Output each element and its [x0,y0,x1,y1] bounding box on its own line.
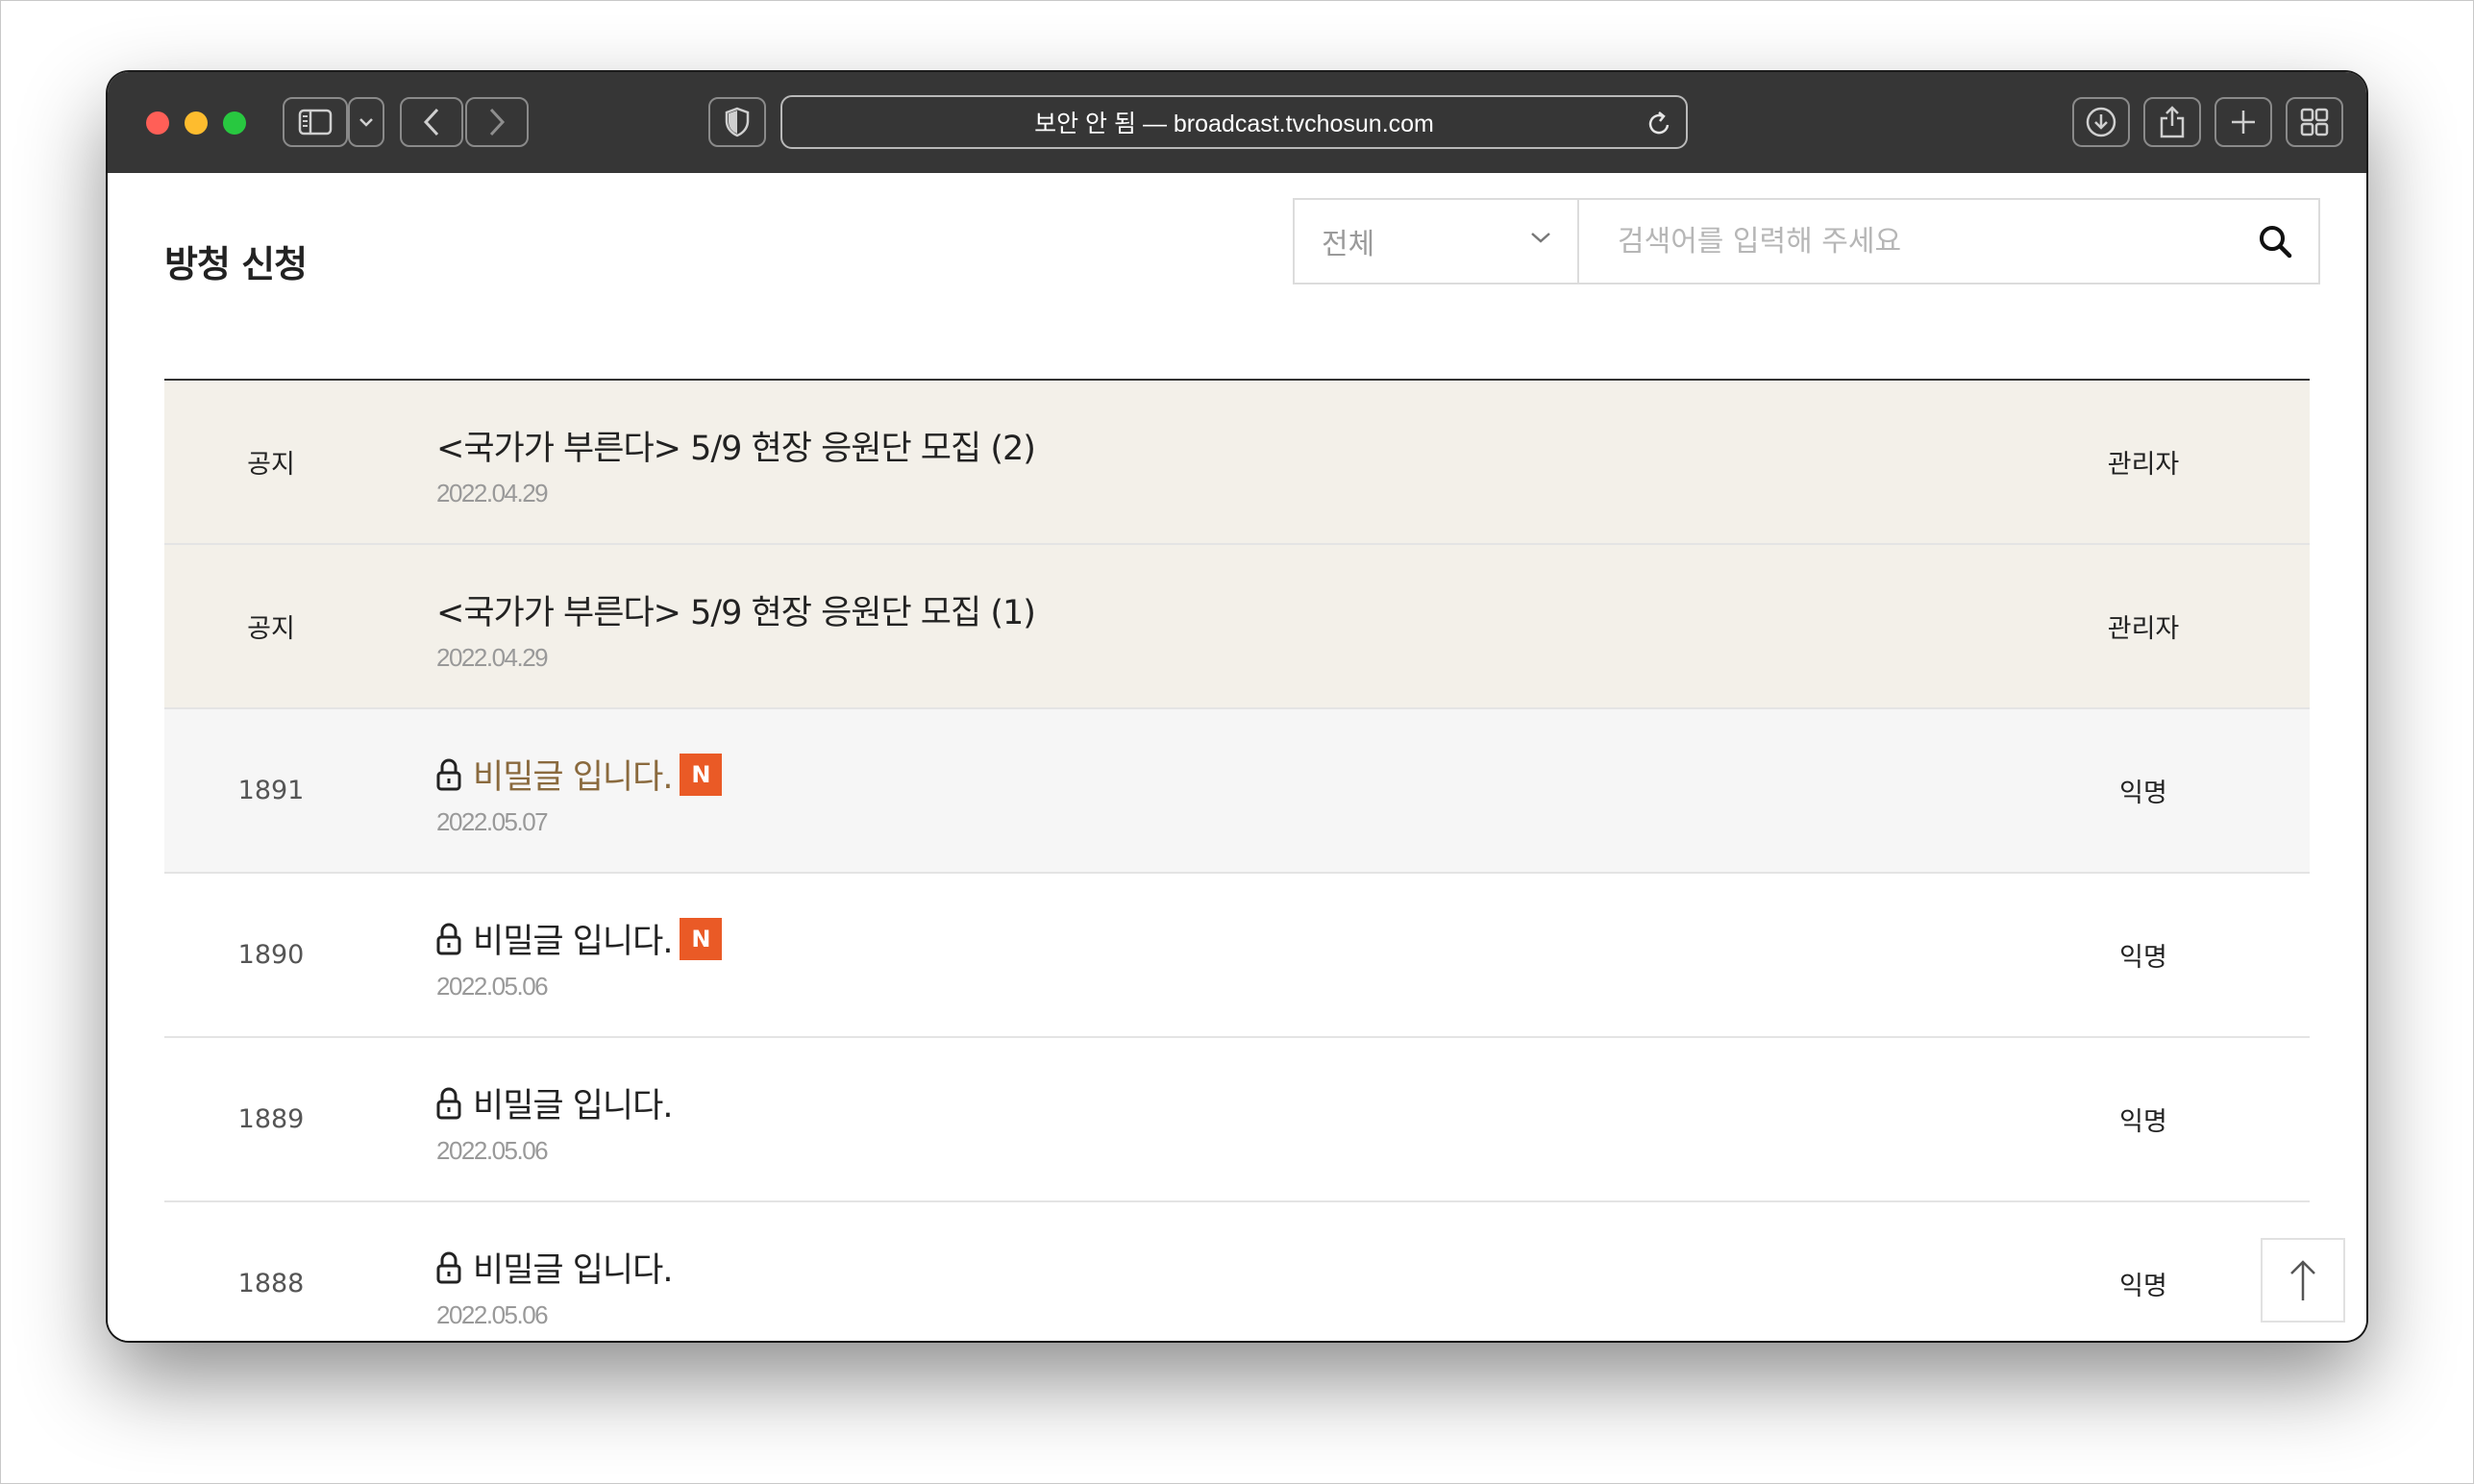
plus-icon [2232,111,2255,134]
minimize-window-button[interactable] [185,111,208,135]
chevron-down-icon [1531,233,1550,243]
post-author: 익명 [2119,779,2167,808]
lock-icon [436,758,461,791]
page-content: 방청 신청 전체 공지 <국가가 부른다> 5/9 현장 응원단 모집 [108,173,2366,1341]
tab-overview-button[interactable] [2286,97,2343,147]
post-date: 2022.05.06 [436,1300,549,1329]
new-badge: N [680,753,723,796]
forward-button[interactable] [465,97,529,147]
post-date: 2022.05.07 [436,807,549,836]
back-button[interactable] [400,97,463,147]
post-list: 공지 <국가가 부른다> 5/9 현장 응원단 모집 (2) 2022.04.2… [164,379,2310,1341]
chevron-left-icon [423,108,439,136]
post-title: <국가가 부른다> 5/9 현장 응원단 모집 (2) [436,430,1036,468]
post-date: 2022.05.06 [436,1136,549,1165]
search-icon [2260,226,2292,259]
table-row[interactable]: 1889 비밀글 입니다. 2022.05.06 익명 [164,1038,2310,1202]
download-icon [2086,107,2116,137]
address-bar[interactable]: 보안 안 됨 — broadcast.tvchosun.com [780,95,1688,149]
downloads-button[interactable] [2072,97,2130,147]
post-title-link[interactable]: 비밀글 입니다. [436,1078,673,1127]
post-author: 관리자 [2107,614,2180,644]
share-button[interactable] [2143,97,2201,147]
table-row[interactable]: 1890 비밀글 입니다. N 2022.05.06 익명 [164,874,2310,1038]
browser-toolbar: 보안 안 됨 — broadcast.tvchosun.com [108,72,2366,173]
post-date: 2022.05.06 [436,972,549,1001]
post-title: 비밀글 입니다. [473,1087,673,1125]
chevron-right-icon [489,108,506,136]
reload-icon [1648,111,1670,135]
post-title: <국가가 부른다> 5/9 현장 응원단 모집 (1) [436,594,1036,632]
table-row[interactable]: 공지 <국가가 부른다> 5/9 현장 응원단 모집 (1) 2022.04.2… [164,545,2310,709]
post-number: 1889 [237,1104,305,1134]
sidebar-icon [298,109,333,136]
post-author: 익명 [2119,943,2167,973]
post-title: 비밀글 입니다. [473,1251,673,1290]
post-number: 1890 [237,940,305,970]
scroll-to-top-button[interactable] [2261,1238,2345,1323]
search-category-value: 전체 [1322,228,1375,261]
post-title-link[interactable]: 비밀글 입니다. N [436,750,723,799]
chevron-down-icon [359,118,373,127]
post-date: 2022.04.29 [436,643,549,672]
privacy-report-button[interactable] [708,97,766,147]
table-row[interactable]: 1888 비밀글 입니다. 2022.05.06 익명 [164,1202,2310,1341]
lock-icon [436,923,461,955]
grid-icon [2300,108,2329,136]
lock-icon [436,1087,461,1120]
post-title-link[interactable]: <국가가 부른다> 5/9 현장 응원단 모집 (2) [436,421,1036,470]
search-bar: 전체 [1293,198,2320,284]
share-icon [2160,106,2185,138]
table-row[interactable]: 공지 <국가가 부른다> 5/9 현장 응원단 모집 (2) 2022.04.2… [164,381,2310,545]
sidebar-toggle-button[interactable] [283,97,348,147]
sidebar-menu-button[interactable] [348,97,384,147]
post-title: 비밀글 입니다. [473,758,673,797]
close-window-button[interactable] [146,111,169,135]
search-input[interactable] [1579,200,2232,283]
search-category-select[interactable]: 전체 [1295,200,1579,283]
post-author: 관리자 [2107,450,2180,480]
reload-button[interactable] [1647,110,1672,140]
post-number: 공지 [247,614,295,644]
arrow-up-icon [2290,1260,2315,1300]
lock-icon [436,1251,461,1284]
post-author: 익명 [2119,1107,2167,1137]
post-title-link[interactable]: 비밀글 입니다. [436,1243,673,1292]
post-title: 비밀글 입니다. [473,923,673,961]
new-badge: N [680,917,723,960]
search-button[interactable] [2232,200,2318,283]
page-title: 방청 신청 [164,243,308,285]
table-row[interactable]: 1891 비밀글 입니다. N 2022.05.07 익명 [164,709,2310,874]
browser-window: 보안 안 됨 — broadcast.tvchosun.com 방청 신청 전체… [108,72,2366,1341]
post-title-link[interactable]: <국가가 부른다> 5/9 현장 응원단 모집 (1) [436,585,1036,634]
post-number: 1888 [237,1269,305,1298]
post-date: 2022.04.29 [436,479,549,507]
post-number: 공지 [247,450,295,480]
post-title-link[interactable]: 비밀글 입니다. N [436,914,723,963]
new-tab-button[interactable] [2214,97,2272,147]
shield-icon [725,107,750,137]
zoom-window-button[interactable] [223,111,246,135]
address-bar-text: 보안 안 됨 — broadcast.tvchosun.com [1034,111,1434,137]
post-number: 1891 [237,776,305,805]
